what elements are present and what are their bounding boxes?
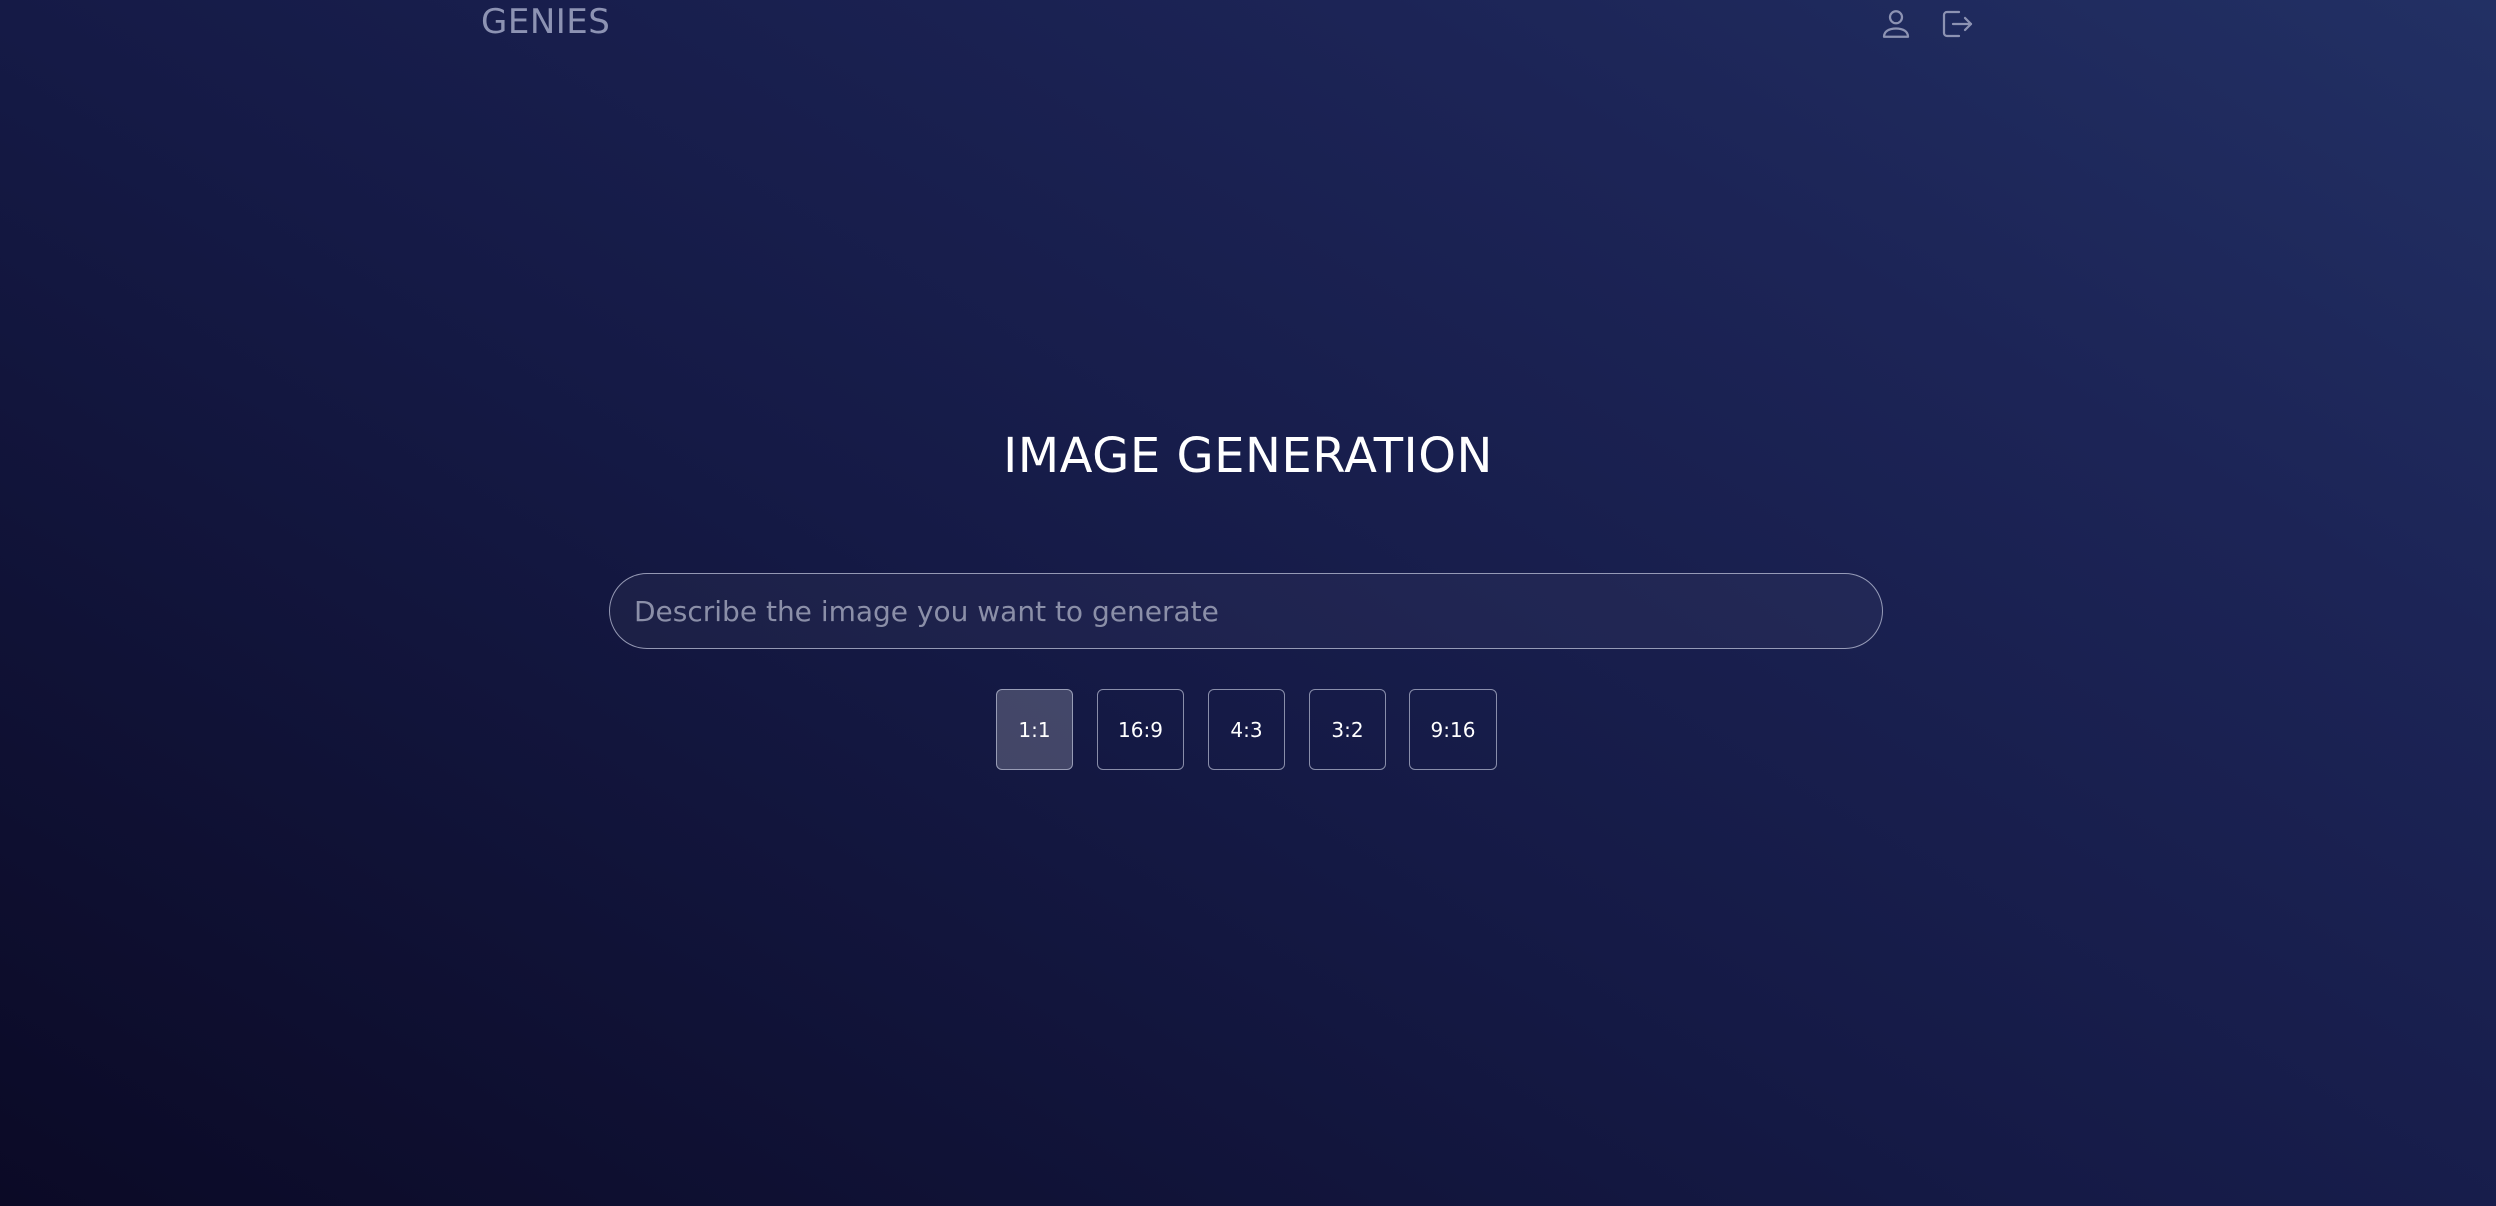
brand-logo[interactable]: GENIES: [481, 2, 610, 42]
prompt-input[interactable]: [609, 573, 1883, 649]
ratio-button-9-16[interactable]: 9:16: [1409, 689, 1497, 770]
ratio-button-3-2[interactable]: 3:2: [1309, 689, 1386, 770]
ratio-button-4-3[interactable]: 4:3: [1208, 689, 1285, 770]
aspect-ratio-selector: 1:1 16:9 4:3 3:2 9:16: [0, 689, 2496, 770]
ratio-button-16-9[interactable]: 16:9: [1097, 689, 1184, 770]
page-title: IMAGE GENERATION: [1003, 428, 1493, 484]
user-icon[interactable]: [1876, 4, 1916, 44]
header: GENIES: [0, 0, 2496, 48]
ratio-button-1-1[interactable]: 1:1: [996, 689, 1073, 770]
logout-icon[interactable]: [1936, 4, 1976, 44]
